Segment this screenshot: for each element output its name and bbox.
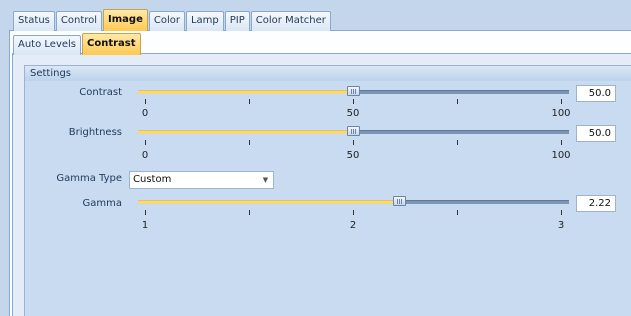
- gamma-tick-label-mid: 2: [349, 220, 357, 231]
- contrast-tick: [249, 99, 250, 104]
- contrast-slider-fill: [138, 90, 353, 94]
- brightness-tick-label-min: 0: [141, 150, 149, 161]
- tab-control[interactable]: Control: [55, 11, 103, 31]
- contrast-tick: [457, 99, 458, 104]
- gamma-tick-label-min: 1: [141, 220, 149, 231]
- contrast-slider[interactable]: [138, 86, 569, 96]
- tab-color-matcher[interactable]: Color Matcher: [250, 11, 331, 31]
- gamma-type-label: Gamma Type: [56, 173, 122, 184]
- gamma-slider-fill: [138, 200, 399, 204]
- brightness-slider-fill: [138, 130, 353, 134]
- gamma-value-input[interactable]: 2.22: [576, 195, 616, 212]
- brightness-tick: [457, 140, 458, 145]
- contrast-tick: [353, 99, 354, 104]
- brightness-label: Brightness: [68, 127, 122, 138]
- tab-lamp[interactable]: Lamp: [185, 11, 224, 31]
- contrast-slider-thumb[interactable]: [347, 86, 360, 96]
- gamma-tick: [145, 210, 146, 215]
- tab-image[interactable]: Image: [103, 9, 148, 31]
- contrast-value-input[interactable]: 50.0: [576, 85, 616, 102]
- tab-contrast[interactable]: Contrast: [82, 33, 141, 55]
- contrast-tick-label-mid: 50: [346, 108, 360, 119]
- gamma-tick-label-max: 3: [557, 220, 565, 231]
- sub-tab-strip: Auto Levels Contrast: [13, 33, 142, 55]
- settings-group: [24, 65, 631, 316]
- brightness-tick: [249, 140, 250, 145]
- gamma-tick: [457, 210, 458, 215]
- contrast-label: Contrast: [79, 87, 122, 98]
- gamma-label: Gamma: [82, 198, 123, 209]
- gamma-type-selected-value: Custom: [133, 174, 172, 185]
- brightness-tick: [145, 140, 146, 145]
- settings-group-title: Settings: [25, 66, 631, 81]
- chevron-down-icon[interactable]: ▼: [259, 173, 272, 187]
- brightness-slider-thumb[interactable]: [347, 126, 360, 136]
- main-tab-strip: Status Control Image Color Lamp PIP Colo…: [13, 9, 332, 31]
- gamma-tick: [249, 210, 250, 215]
- gamma-slider[interactable]: [138, 196, 569, 206]
- tab-status[interactable]: Status: [13, 11, 55, 31]
- brightness-tick-label-mid: 50: [346, 150, 360, 161]
- gamma-tick: [353, 210, 354, 215]
- tab-color[interactable]: Color: [148, 11, 185, 31]
- contrast-tick-label-min: 0: [141, 108, 149, 119]
- gamma-tick: [561, 210, 562, 215]
- brightness-slider[interactable]: [138, 126, 569, 136]
- gamma-type-select[interactable]: Custom ▼: [129, 171, 274, 189]
- contrast-tick: [561, 99, 562, 104]
- contrast-tick: [145, 99, 146, 104]
- brightness-tick: [561, 140, 562, 145]
- tab-auto-levels[interactable]: Auto Levels: [13, 35, 82, 55]
- contrast-tick-label-max: 100: [551, 108, 571, 119]
- tab-pip[interactable]: PIP: [224, 11, 250, 31]
- brightness-tick: [353, 140, 354, 145]
- gamma-slider-thumb[interactable]: [392, 196, 406, 206]
- brightness-tick-label-max: 100: [551, 150, 571, 161]
- brightness-value-input[interactable]: 50.0: [576, 125, 616, 142]
